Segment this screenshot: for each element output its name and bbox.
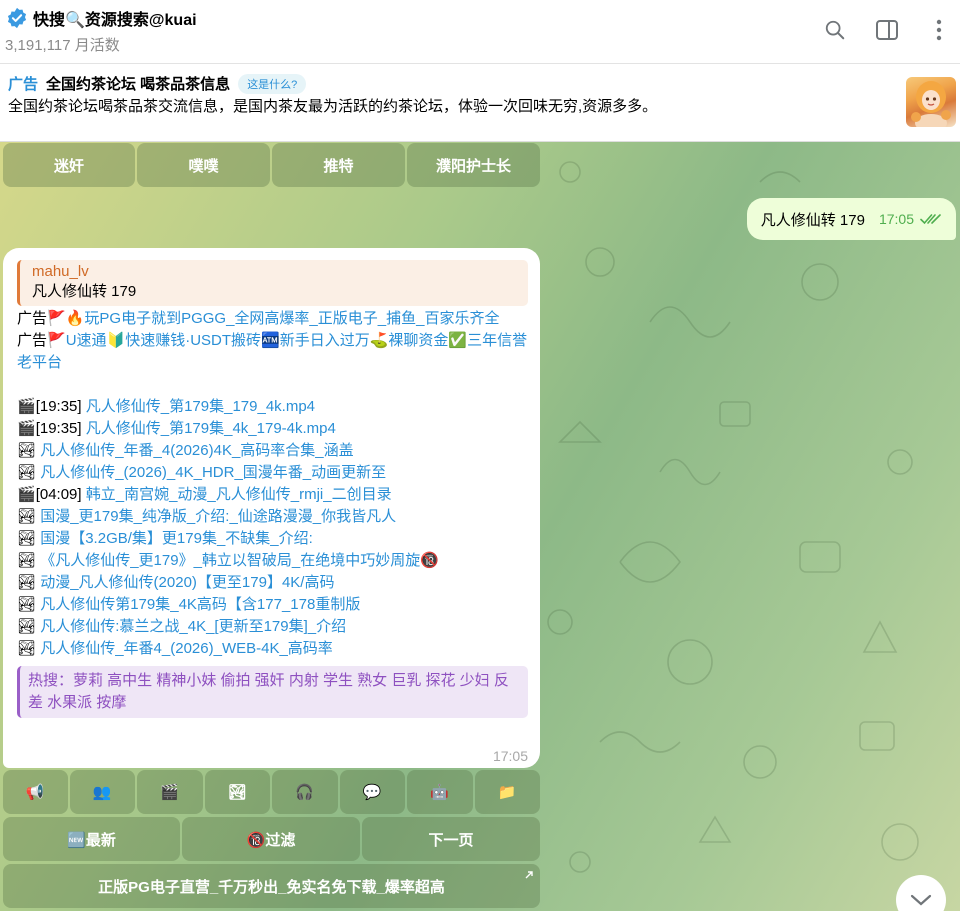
hot-search-box: 热搜：萝莉 高中生 精神小妹 偷拍 强奸 内射 学生 熟女 巨乳 探花 少妇 反… [17, 666, 528, 718]
newest-button[interactable]: 🆕最新 [3, 817, 180, 861]
ad-label: 广告 [8, 76, 39, 93]
ad-prefix: 广告 [17, 332, 48, 349]
ad-link-2[interactable]: U速通🔰快速赚钱·USDT搬砖🏧新手日入过万⛳裸聊资金✅三年信誉老平台 [17, 332, 527, 371]
more-vertical-icon[interactable] [926, 16, 952, 44]
result-timestamp: [19:35] [35, 398, 86, 415]
headphones-icon[interactable]: 🎧 [272, 770, 338, 814]
result-link[interactable]: 凡人修仙传_第179集_4k_179-4k.mp4 [86, 420, 336, 437]
outgoing-message-time: 17:05 [878, 211, 914, 227]
chat-area: 迷奸 噗噗 推特 濮阳护士长 凡人修仙转 179 17:05 mahu_lv 凡… [0, 142, 960, 911]
search-results-list: 🎬[19:35] 凡人修仙传_第179集_179_4k.mp4 🎬[19:35] … [17, 396, 528, 660]
search-result-item[interactable]: 🏞 凡人修仙传:慕兰之战_4K_[更新至179集]_介绍 [17, 616, 528, 638]
picture-icon: 🏞 [17, 640, 37, 657]
result-link[interactable]: 动漫_凡人修仙传(2020)【更至179】4K/高码 [40, 574, 334, 591]
keyboard-button-4[interactable]: 濮阳护士长 [407, 143, 540, 187]
search-result-item[interactable]: 🎬[19:35] 凡人修仙传_第179集_179_4k.mp4 [17, 396, 528, 418]
result-link[interactable]: 凡人修仙传_年番_4(2026)4K_高码率合集_涵盖 [40, 442, 353, 459]
result-link[interactable]: 凡人修仙传_年番4_(2026)_WEB-4K_高码率 [40, 640, 333, 657]
chat-header: 快搜🔍资源搜索@kuai 3,191,117 月活数 [0, 0, 960, 64]
ad-info-pill[interactable]: 这是什么? [238, 73, 307, 94]
picture-icon: 🏞 [17, 618, 37, 635]
external-link-icon [525, 871, 533, 879]
search-result-item[interactable]: 🏞 凡人修仙传_(2026)_4K_HDR_国漫年番_动画更新至 [17, 462, 528, 484]
sponsored-message-bar[interactable]: 广告 全国约茶论坛 喝茶品茶信息 这是什么? 全国约茶论坛喝茶品茶交流信息，是国… [0, 64, 960, 142]
fire-icon: 🔥 [65, 310, 85, 327]
result-link[interactable]: 凡人修仙传第179集_4K高码【含177_178重制版 [40, 596, 360, 613]
keyboard-button-3[interactable]: 推特 [272, 143, 405, 187]
incoming-message-time: 17:05 [492, 748, 528, 764]
result-timestamp: [04:09] [35, 486, 86, 503]
ad-link-1[interactable]: 玩PG电子就到PGGG_全网高爆率_正版电子_捕鱼_百家乐齐全 [84, 310, 499, 327]
reply-quote-author: mahu_lv [32, 263, 89, 280]
picture-icon: 🏞 [17, 596, 37, 613]
picture-icon: 🏞 [17, 552, 37, 569]
search-result-item[interactable]: 🎬[04:09] 韩立_南宫婉_动漫_凡人修仙传_rmji_二创目录 [17, 484, 528, 506]
keyboard-button-2[interactable]: 噗噗 [137, 143, 270, 187]
ad-text: 全国约茶论坛喝茶品茶交流信息，是国内茶友最为活跃的约茶论坛，体验一次回味无穷,资… [8, 98, 658, 115]
search-result-item[interactable]: 🏞 凡人修仙传第179集_4K高码【含177_178重制版 [17, 594, 528, 616]
clapper-icon: 🎬 [17, 398, 36, 415]
outgoing-message-text: 凡人修仙转 179 [760, 211, 865, 229]
picture-icon: 🏞 [17, 530, 37, 547]
ad-prefix: 广告 [17, 310, 48, 327]
result-link[interactable]: 《凡人修仙传_更179》_韩立以智破局_在绝境中巧妙周旋🔞 [40, 552, 439, 569]
search-result-item[interactable]: 🏞 动漫_凡人修仙传(2020)【更至179】4K/高码 [17, 572, 528, 594]
chevron-down-icon [910, 894, 932, 906]
search-result-item[interactable]: 🏞 国漫【3.2GB/集】更179集_不缺集_介绍: [17, 528, 528, 550]
red-flag-icon: 🚩 [47, 310, 66, 327]
users-icon[interactable]: 👥 [69, 770, 135, 814]
ad-avatar [906, 77, 956, 127]
speech-bubble-icon[interactable]: 💬 [339, 770, 405, 814]
result-link[interactable]: 凡人修仙传:慕兰之战_4K_[更新至179集]_介绍 [40, 618, 346, 635]
chat-title[interactable]: 快搜🔍资源搜索@kuai [6, 6, 197, 30]
search-result-item[interactable]: 🏞 《凡人修仙传_更179》_韩立以智破局_在绝境中巧妙周旋🔞 [17, 550, 528, 572]
promo-link-button[interactable]: 正版PG电子直营_千万秒出_免实名免下载_爆率超高 [3, 864, 540, 908]
clapper-icon: 🎬 [17, 486, 36, 503]
result-link[interactable]: 国漫【3.2GB/集】更179集_不缺集_介绍: [40, 530, 313, 547]
result-link[interactable]: 凡人修仙传_(2026)_4K_HDR_国漫年番_动画更新至 [40, 464, 386, 481]
next-page-button[interactable]: 下一页 [362, 817, 540, 861]
ad-title: 全国约茶论坛 喝茶品茶信息 [46, 76, 231, 93]
sidebar-toggle-icon[interactable] [874, 16, 900, 44]
chat-title-text: 快搜🔍资源搜索@kuai [33, 12, 197, 29]
promo-link-label: 正版PG电子直营_千万秒出_免实名免下载_爆率超高 [98, 878, 445, 896]
keyboard-button-1[interactable]: 迷奸 [3, 143, 135, 187]
picture-icon: 🏞 [17, 508, 37, 525]
result-link[interactable]: 国漫_更179集_纯净版_介绍:_仙途路漫漫_你我皆凡人 [40, 508, 396, 525]
picture-icon: 🏞 [17, 442, 37, 459]
ad-line-1: 广告🚩🔥玩PG电子就到PGGG_全网高爆率_正版电子_捕鱼_百家乐齐全 [17, 308, 528, 330]
search-result-item[interactable]: 🏞 凡人修仙传_年番4_(2026)_WEB-4K_高码率 [17, 638, 528, 660]
clapper-icon: 🎬 [17, 420, 36, 437]
clapper-icon[interactable]: 🎬 [137, 770, 203, 814]
outgoing-message[interactable]: 凡人修仙转 179 17:05 [746, 198, 956, 240]
search-result-item[interactable]: 🎬[19:35] 凡人修仙传_第179集_4k_179-4k.mp4 [17, 418, 528, 440]
picture-icon: 🏞 [17, 464, 37, 481]
verified-icon [7, 7, 27, 29]
filter-button[interactable]: 🔞过滤 [182, 817, 360, 861]
megaphone-icon[interactable]: 📢 [3, 770, 68, 814]
picture-icon: 🏞 [17, 574, 37, 591]
hot-search-text[interactable]: 热搜：萝莉 高中生 精神小妹 偷拍 强奸 内射 学生 熟女 巨乳 探花 少妇 反… [28, 672, 509, 711]
result-link[interactable]: 韩立_南宫婉_动漫_凡人修仙传_rmji_二创目录 [86, 486, 392, 503]
result-timestamp: [19:35] [35, 420, 86, 437]
picture-icon[interactable]: 🏞 [204, 770, 270, 814]
incoming-message[interactable]: mahu_lv 凡人修仙转 179 广告🚩🔥玩PG电子就到PGGG_全网高爆率_… [3, 248, 540, 768]
double-check-icon [920, 214, 941, 225]
search-result-item[interactable]: 🏞 凡人修仙传_年番_4(2026)4K_高码率合集_涵盖 [17, 440, 528, 462]
red-flag-icon: 🚩 [47, 332, 66, 349]
search-result-item[interactable]: 🏞 国漫_更179集_纯净版_介绍:_仙途路漫漫_你我皆凡人 [17, 506, 528, 528]
folder-icon[interactable]: 📁 [474, 770, 540, 814]
reply-quote[interactable]: mahu_lv 凡人修仙转 179 [17, 260, 528, 306]
robot-icon[interactable]: 🤖 [407, 770, 473, 814]
reply-quote-text: 凡人修仙转 179 [32, 283, 137, 300]
result-link[interactable]: 凡人修仙传_第179集_179_4k.mp4 [86, 398, 315, 415]
ad-line-2: 广告🚩U速通🔰快速赚钱·USDT搬砖🏧新手日入过万⛳裸聊资金✅三年信誉老平台 [17, 330, 528, 374]
search-icon[interactable] [822, 16, 848, 44]
chat-subtitle: 3,191,117 月活数 [5, 37, 120, 54]
